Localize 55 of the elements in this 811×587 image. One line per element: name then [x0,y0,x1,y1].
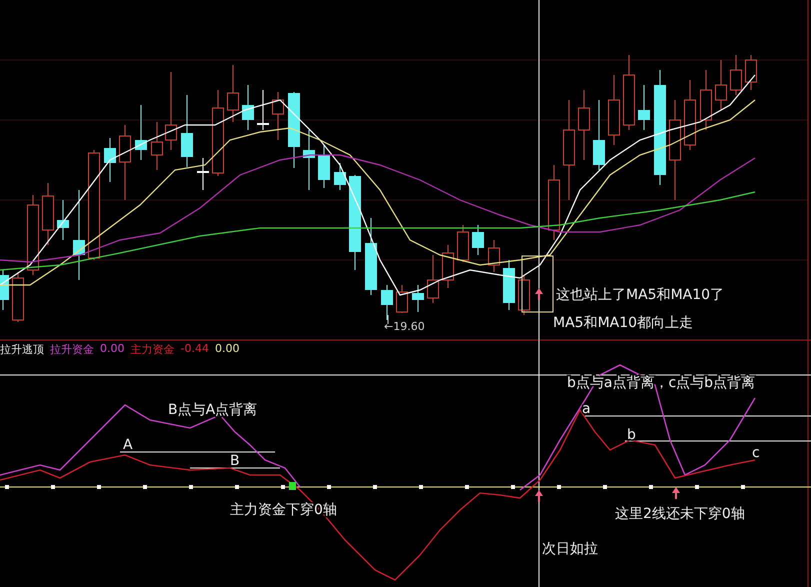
price-low-label: ←19.60 [384,320,425,333]
legend-item: 拉升逃顶 [0,342,44,357]
highlight-frame [522,256,554,312]
candlestick [578,90,590,160]
candlestick [57,200,69,240]
point-label: b [627,427,636,443]
candlestick [318,144,330,188]
legend-item: 0.00 [100,342,124,357]
candlestick [730,54,742,96]
candlestick [442,244,454,288]
up-arrow-icon [535,490,543,502]
point-label: a [582,401,591,417]
up-arrow-icon [535,288,543,300]
candlestick [42,182,54,246]
candlestick [503,260,515,310]
candlestick [303,130,315,190]
point-label: c [752,445,760,461]
candlestick [700,70,712,130]
candlestick [608,74,620,146]
candlestick [684,80,696,150]
legend-item: 主力资金 [130,342,174,357]
candlestick [638,84,650,130]
up-arrow-icon [672,487,680,499]
candlestick [151,122,163,170]
candlestick [472,224,484,256]
candlestick [242,84,254,130]
chart-annotation: MA5和MA10都向上走 [553,315,694,331]
chart-annotation: B点与A点背离 [168,402,258,418]
candlestick [593,100,605,170]
candlestick [488,240,500,272]
candlestick [104,138,116,182]
candlestick [518,274,530,316]
chart-annotation: 这里2线还未下穿0轴 [615,506,745,522]
candlestick [227,64,239,122]
candlestick [12,272,24,322]
candlestick [334,162,346,190]
candlestick [257,90,269,130]
legend-item: -0.44 [180,342,209,357]
chart-annotation: 次日如拉 [542,541,598,557]
legend-item: 0.00 [214,342,240,357]
candlestick [715,60,727,110]
candlestick [381,284,393,320]
candlestick [197,158,209,190]
candlestick [457,224,469,262]
candlestick [427,254,439,304]
legend-item: 拉升资金 [50,342,94,357]
candlestick [135,104,147,160]
candlestick [396,284,408,314]
candlestick [745,54,757,90]
candlestick [412,284,424,312]
candlestick [272,92,284,140]
chart-annotation: 这也站上了MA5和MA10了 [556,287,724,303]
point-label: B [230,453,240,469]
point-label: A [123,437,133,453]
candlestick [0,270,9,310]
